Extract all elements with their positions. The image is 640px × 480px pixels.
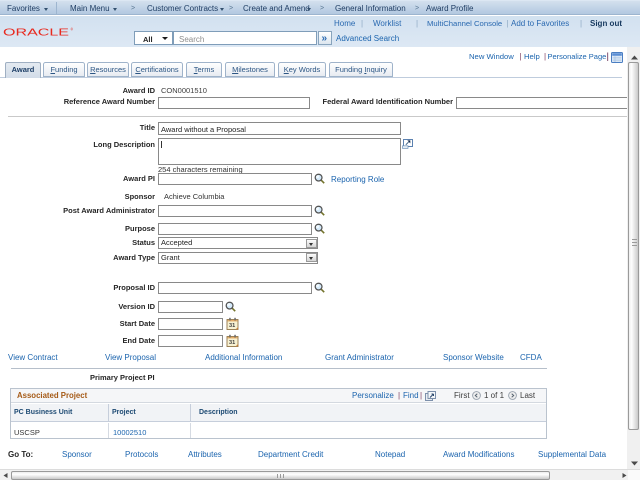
svg-text:®: ® (71, 27, 74, 31)
svg-text:31: 31 (229, 323, 235, 329)
svg-text:ORACLE: ORACLE (3, 27, 70, 36)
svg-text:31: 31 (229, 340, 235, 346)
